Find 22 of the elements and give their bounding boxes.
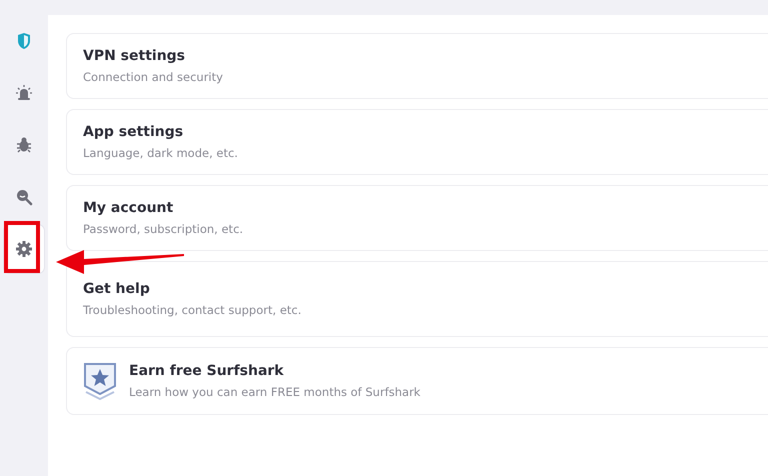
card-subtitle: Language, dark mode, etc. [83, 146, 238, 160]
star-badge-icon [83, 362, 117, 400]
card-subtitle: Connection and security [83, 70, 223, 84]
settings-icon [15, 240, 33, 258]
settings-card[interactable]: VPN settings Connection and security [66, 33, 768, 99]
card-title: App settings [83, 124, 184, 140]
card-title: Earn free Surfshark [129, 363, 285, 379]
settings-card[interactable]: App settings Language, dark mode, etc. [66, 109, 768, 175]
card-title: My account [83, 200, 174, 216]
alarm-icon [15, 84, 33, 102]
search-icon [15, 188, 33, 206]
highlight-frame [4, 221, 40, 273]
card-title: Get help [83, 281, 151, 297]
card-subtitle: Learn how you can earn FREE months of Surfshark [129, 385, 420, 399]
bug-icon [15, 136, 33, 154]
shield-icon [15, 32, 33, 50]
settings-card[interactable]: My account Password, subscription, etc. [66, 185, 768, 251]
card-subtitle: Password, subscription, etc. [83, 222, 244, 236]
settings-card[interactable]: Get help Troubleshooting, contact support, etc. [66, 261, 768, 337]
settings-card[interactable]: Earn free Surfshark Learn how you can earn FREE months of Surfshark [66, 347, 768, 415]
card-title: VPN settings [83, 48, 186, 64]
card-subtitle: Troubleshooting, contact support, etc. [83, 303, 302, 317]
